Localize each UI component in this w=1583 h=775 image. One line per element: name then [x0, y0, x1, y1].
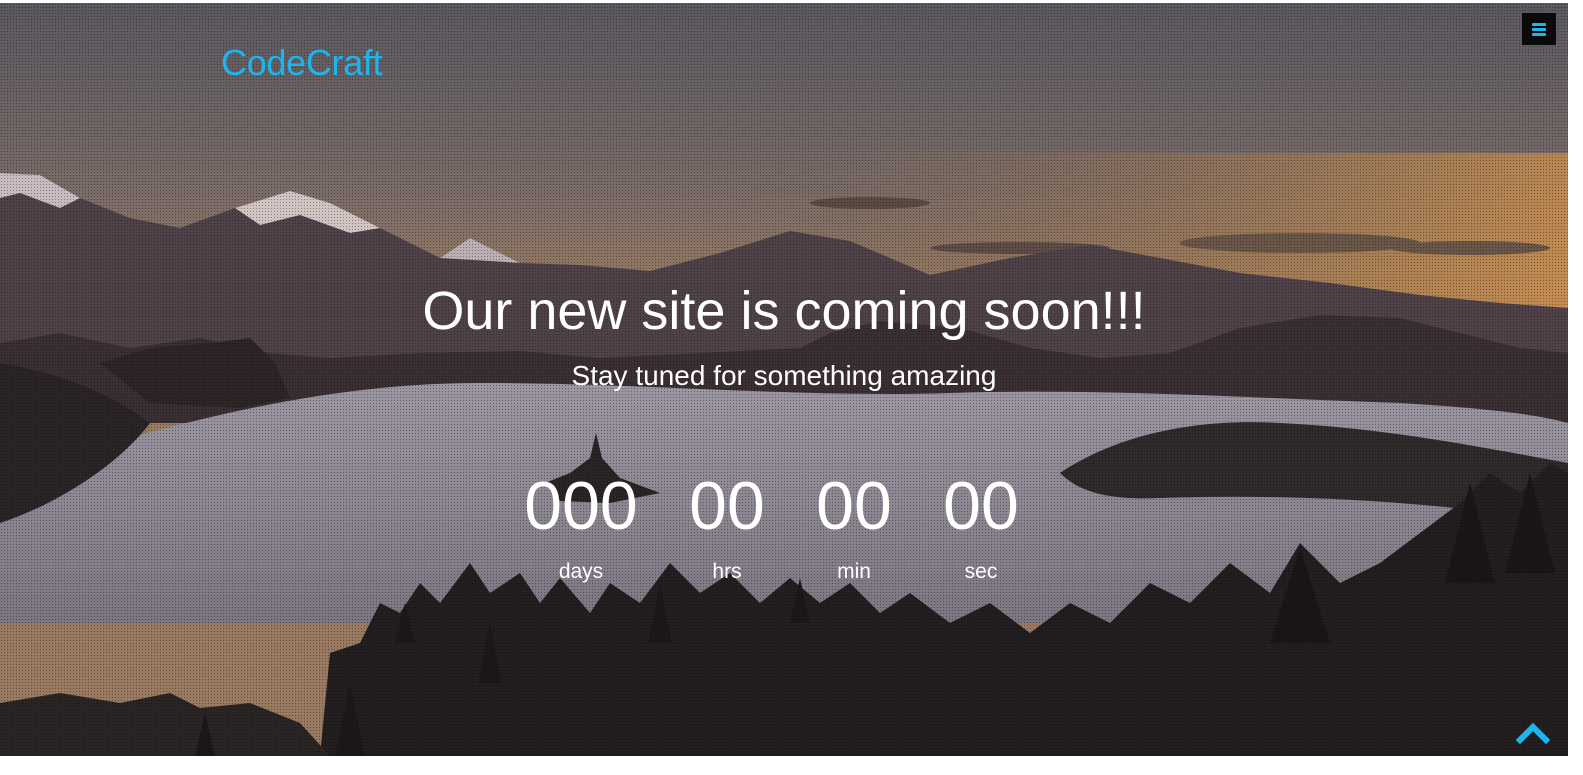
countdown-minutes: 00 min	[804, 468, 904, 584]
countdown-seconds-label: sec	[964, 560, 998, 583]
countdown-seconds: 00 sec	[931, 468, 1031, 584]
brand-logo[interactable]: CodeCraft	[221, 42, 383, 84]
countdown-days: 000 days	[521, 468, 641, 584]
countdown-hours-label: hrs	[712, 560, 742, 583]
countdown-minutes-label: min	[837, 560, 871, 583]
countdown-minutes-value: 00	[816, 468, 892, 544]
countdown-seconds-value: 00	[943, 468, 1019, 544]
hero-subline: Stay tuned for something amazing	[571, 360, 997, 391]
countdown-hours: 00 hrs	[677, 468, 777, 584]
scroll-to-top-button[interactable]	[1515, 720, 1551, 746]
hero-headline: Our new site is coming soon!!!	[422, 281, 1146, 341]
countdown-days-value: 000	[524, 468, 638, 544]
countdown-hours-value: 00	[689, 468, 765, 544]
chevron-up-icon	[1515, 722, 1551, 745]
countdown-days-label: days	[558, 560, 604, 583]
menu-toggle-button[interactable]	[1522, 13, 1556, 45]
